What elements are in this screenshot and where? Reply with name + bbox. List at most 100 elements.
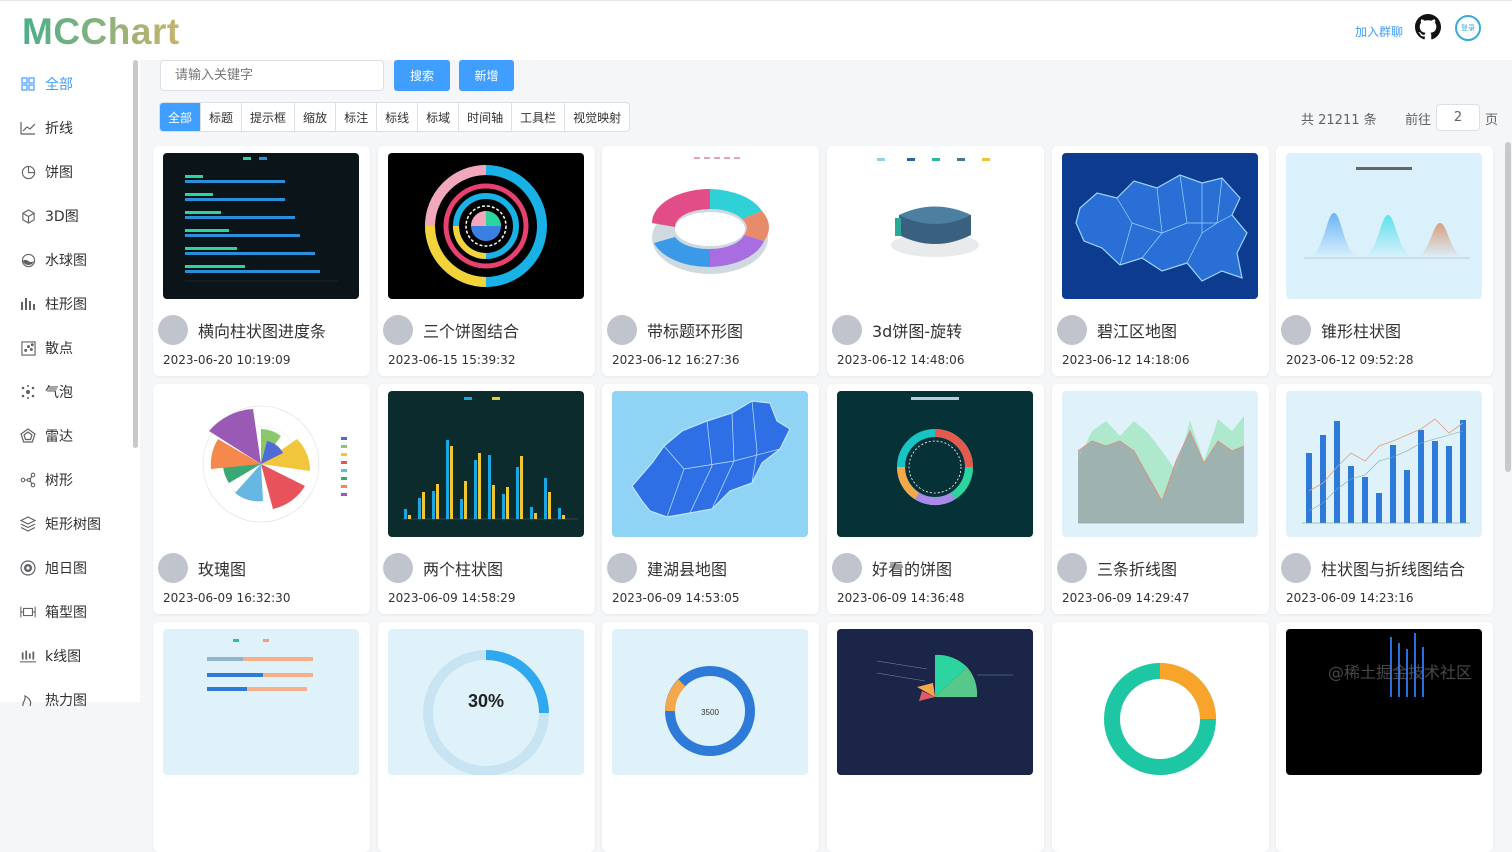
chart-card[interactable] xyxy=(1052,622,1269,852)
tab-visualmap[interactable]: 视觉映射 xyxy=(565,103,629,131)
chart-thumbnail[interactable] xyxy=(1286,629,1482,775)
sidebar-item-radar[interactable]: 雷达 xyxy=(20,424,73,448)
sidebar-item-boxplot[interactable]: 箱型图 xyxy=(20,600,87,624)
chart-card[interactable]: 带标题环形图 2023-06-12 16:27:36 xyxy=(602,146,819,376)
tab-zoom[interactable]: 缩放 xyxy=(295,103,337,131)
chart-card[interactable]: 好看的饼图 2023-06-09 14:36:48 xyxy=(827,384,1044,614)
sidebar-item-pie[interactable]: 饼图 xyxy=(20,160,73,184)
chart-thumbnail[interactable] xyxy=(163,391,359,537)
chart-card[interactable]: 3d饼图-旋转 2023-06-12 14:48:06 xyxy=(827,146,1044,376)
tab-toolbox[interactable]: 工具栏 xyxy=(512,103,566,131)
chart-thumbnail[interactable] xyxy=(612,391,808,537)
author-avatar[interactable] xyxy=(1281,553,1311,583)
author-avatar[interactable] xyxy=(383,315,413,345)
chart-thumbnail[interactable]: 30% xyxy=(388,629,584,775)
join-group-link[interactable]: 加入群聊 xyxy=(1355,23,1403,40)
sidebar-item-bar[interactable]: 柱形图 xyxy=(20,292,87,316)
page-input[interactable]: 2 xyxy=(1436,104,1480,131)
chart-card[interactable]: 柱状图与折线图结合 2023-06-09 14:23:16 xyxy=(1276,384,1493,614)
card-title[interactable]: 柱状图与折线图结合 xyxy=(1321,556,1465,580)
chart-thumbnail[interactable] xyxy=(837,629,1033,775)
chart-thumbnail[interactable] xyxy=(1286,153,1482,299)
author-avatar[interactable] xyxy=(832,553,862,583)
sidebar-item-all[interactable]: 全部 xyxy=(20,72,73,96)
author-avatar[interactable] xyxy=(607,553,637,583)
tab-timeline[interactable]: 时间轴 xyxy=(459,103,513,131)
chart-thumbnail[interactable] xyxy=(1286,391,1482,537)
tab-markpoint[interactable]: 标注 xyxy=(336,103,378,131)
chart-thumbnail[interactable] xyxy=(1062,391,1258,537)
sidebar-scrollbar[interactable] xyxy=(133,60,138,448)
sidebar-item-scatter[interactable]: 散点 xyxy=(20,336,73,360)
chart-thumbnail[interactable] xyxy=(163,629,359,775)
card-title[interactable]: 横向柱状图进度条 xyxy=(198,318,326,342)
chart-thumbnail[interactable] xyxy=(837,391,1033,537)
chart-card[interactable] xyxy=(827,622,1044,852)
sidebar-item-treemap[interactable]: 矩形树图 xyxy=(20,512,101,536)
card-date: 2023-06-09 14:53:05 xyxy=(612,591,740,605)
filter-tabs: 全部 标题 提示框 缩放 标注 标线 标域 时间轴 工具栏 视觉映射 xyxy=(159,102,631,132)
tab-markline[interactable]: 标线 xyxy=(377,103,419,131)
card-title[interactable]: 3d饼图-旋转 xyxy=(872,318,962,342)
tab-all[interactable]: 全部 xyxy=(160,103,202,131)
chart-thumbnail[interactable]: 3500 xyxy=(612,629,808,775)
author-avatar[interactable] xyxy=(158,553,188,583)
author-avatar[interactable] xyxy=(1057,553,1087,583)
card-title[interactable]: 三个饼图结合 xyxy=(423,318,519,342)
tab-markarea[interactable]: 标域 xyxy=(418,103,460,131)
chart-card[interactable] xyxy=(153,622,370,852)
candlestick-icon xyxy=(20,648,36,664)
sidebar-item-line[interactable]: 折线 xyxy=(20,116,73,140)
sidebar-item-liquid[interactable]: 水球图 xyxy=(20,248,87,272)
author-avatar[interactable] xyxy=(607,315,637,345)
chart-card[interactable]: 三条折线图 2023-06-09 14:29:47 xyxy=(1052,384,1269,614)
chart-card[interactable]: 玫瑰图 2023-06-09 16:32:30 xyxy=(153,384,370,614)
author-avatar[interactable] xyxy=(383,553,413,583)
chart-card[interactable]: 30% xyxy=(378,622,595,852)
user-avatar[interactable]: 登录 xyxy=(1455,15,1481,41)
card-title[interactable]: 建湖县地图 xyxy=(647,556,727,580)
chart-card[interactable] xyxy=(1276,622,1493,852)
chart-thumbnail[interactable] xyxy=(837,153,1033,299)
card-title[interactable]: 带标题环形图 xyxy=(647,318,743,342)
sidebar-item-sunburst[interactable]: 旭日图 xyxy=(20,556,87,580)
main-scrollbar[interactable] xyxy=(1505,142,1511,472)
treemap-icon xyxy=(20,516,36,532)
author-avatar[interactable] xyxy=(832,315,862,345)
chart-thumbnail[interactable] xyxy=(1062,153,1258,299)
chart-card[interactable]: 3500 xyxy=(602,622,819,852)
sidebar-item-bubble[interactable]: 气泡 xyxy=(20,380,73,404)
search-button[interactable]: 搜索 xyxy=(394,60,450,91)
chart-card[interactable]: 碧江区地图 2023-06-12 14:18:06 xyxy=(1052,146,1269,376)
chart-thumbnail[interactable] xyxy=(1062,629,1258,775)
card-title[interactable]: 好看的饼图 xyxy=(872,556,952,580)
chart-card[interactable]: 三个饼图结合 2023-06-15 15:39:32 xyxy=(378,146,595,376)
chart-thumbnail[interactable] xyxy=(388,153,584,299)
tab-tooltip[interactable]: 提示框 xyxy=(242,103,296,131)
card-title[interactable]: 两个柱状图 xyxy=(423,556,503,580)
author-avatar[interactable] xyxy=(1281,315,1311,345)
add-button[interactable]: 新增 xyxy=(459,60,514,91)
author-avatar[interactable] xyxy=(158,315,188,345)
card-title[interactable]: 三条折线图 xyxy=(1097,556,1177,580)
card-title[interactable]: 锥形柱状图 xyxy=(1321,318,1401,342)
chart-card[interactable]: 两个柱状图 2023-06-09 14:58:29 xyxy=(378,384,595,614)
chart-thumbnail[interactable] xyxy=(163,153,359,299)
sidebar-item-heatmap[interactable]: 热力图 xyxy=(20,688,87,712)
github-icon[interactable] xyxy=(1415,14,1441,40)
search-input[interactable] xyxy=(160,60,384,91)
chart-thumbnail[interactable] xyxy=(612,153,808,299)
sidebar-item-tree[interactable]: 树形 xyxy=(20,468,73,492)
sidebar-item-candlestick[interactable]: k线图 xyxy=(20,644,81,668)
chart-card[interactable]: 横向柱状图进度条 2023-06-20 10:19:09 xyxy=(153,146,370,376)
card-title[interactable]: 玫瑰图 xyxy=(198,556,246,580)
tab-title[interactable]: 标题 xyxy=(201,103,243,131)
ring-value-label: 3500 xyxy=(701,708,719,717)
chart-thumbnail[interactable] xyxy=(388,391,584,537)
sidebar-item-3d[interactable]: 3D图 xyxy=(20,204,79,228)
author-avatar[interactable] xyxy=(1057,315,1087,345)
chart-card[interactable]: 锥形柱状图 2023-06-12 09:52:28 xyxy=(1276,146,1493,376)
card-title[interactable]: 碧江区地图 xyxy=(1097,318,1177,342)
chart-card[interactable]: 建湖县地图 2023-06-09 14:53:05 xyxy=(602,384,819,614)
app-logo[interactable]: MCChart xyxy=(22,11,180,53)
